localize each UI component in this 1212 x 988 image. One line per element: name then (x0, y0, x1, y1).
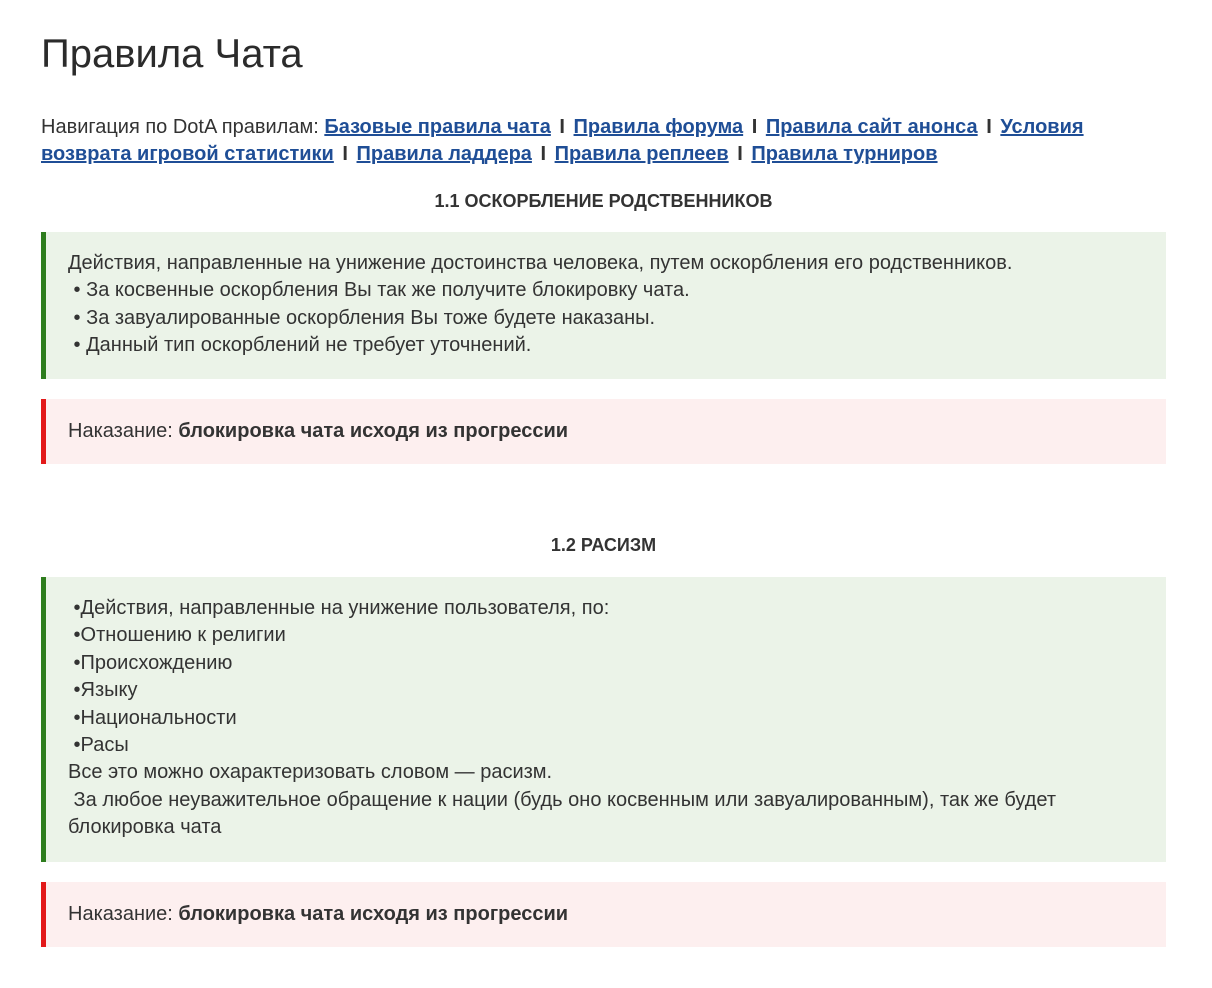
rule-line: • За завуалированные оскорбления Вы тоже… (68, 306, 656, 329)
page: Правила Чата Навигация по DotA правилам:… (0, 0, 1212, 988)
rule-line: •Языку (68, 679, 138, 702)
nav-separator: I (559, 116, 565, 138)
rule-line: •Отношению к религии (68, 624, 286, 647)
rule-box-racism: •Действия, направленные на унижение поль… (41, 577, 1166, 862)
nav-link-forum-rules[interactable]: Правила форума (574, 116, 744, 138)
rule-line: •Действия, направленные на унижение поль… (68, 597, 610, 619)
rule-line: •Национальности (68, 706, 237, 729)
rule-line: Действия, направленные на унижение досто… (68, 252, 1013, 274)
penalty-label: Наказание: (68, 903, 173, 925)
section-title-relatives-insult: 1.1 ОСКОРБЛЕНИЕ РОДСТВЕННИКОВ (434, 191, 773, 211)
nav-link-ladder-rules[interactable]: Правила ладдера (357, 143, 532, 165)
nav-link-tournament-rules[interactable]: Правила турниров (751, 143, 937, 165)
rule-line: блокировка чата (68, 816, 222, 839)
penalty-label: Наказание: (68, 420, 173, 442)
nav-separator: I (986, 116, 992, 138)
rule-line: •Расы (68, 734, 129, 757)
nav-separator: I (342, 143, 348, 165)
nav-separator: I (737, 143, 743, 165)
nav-separator: I (751, 116, 758, 138)
page-title: Правила Чата (41, 32, 303, 76)
rules-navigation: Навигация по DotA правилам: Базовые прав… (41, 114, 1166, 168)
penalty-box-racism: Наказание: блокировка чата исходя из про… (41, 882, 1166, 947)
nav-separator: I (540, 143, 547, 165)
rule-line: • Данный тип оскорблений не требует уточ… (68, 334, 532, 357)
rule-line: •Происхождению (68, 651, 233, 674)
rule-line: • За косвенные оскорбления Вы так же пол… (68, 279, 690, 302)
nav-prefix: Навигация по DotA правилам: (41, 116, 319, 138)
rule-line: Все это можно охарактеризовать словом — … (68, 761, 553, 784)
penalty-box-relatives-insult: Наказание: блокировка чата исходя из про… (41, 399, 1166, 464)
penalty-value: блокировка чата исходя из прогрессии (178, 420, 569, 442)
nav-link-chat-rules[interactable]: Базовые правила чата (324, 116, 551, 138)
nav-link-announce-rules[interactable]: Правила сайт анонса (766, 116, 978, 138)
rule-line: За любое неуважительное обращение к наци… (68, 788, 1057, 811)
rule-box-relatives-insult: Действия, направленные на унижение досто… (41, 232, 1166, 379)
penalty-value: блокировка чата исходя из прогрессии (178, 903, 569, 925)
nav-link-replay-rules[interactable]: Правила реплеев (555, 143, 729, 165)
section-title-racism: 1.2 РАСИЗМ (550, 535, 657, 555)
